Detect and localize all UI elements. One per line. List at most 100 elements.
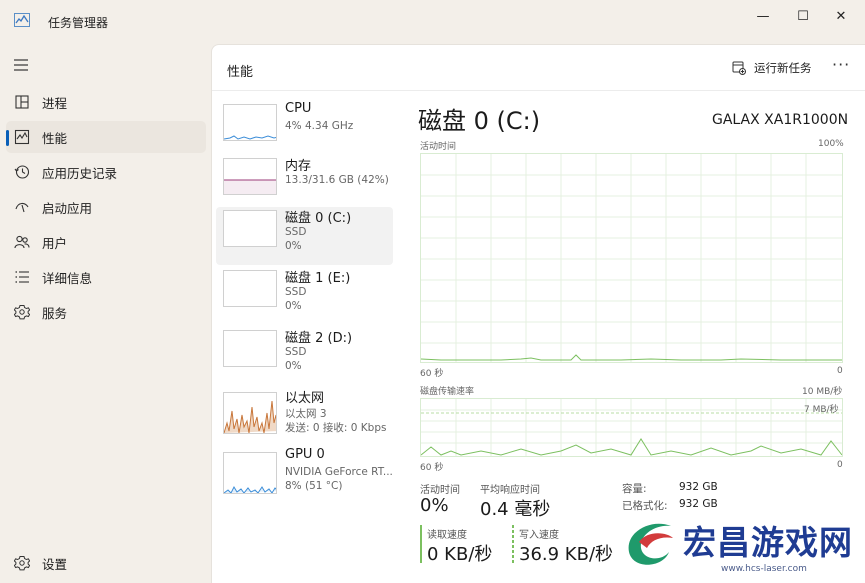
write-speed-value: 36.9 KB/秒 xyxy=(519,544,614,565)
device-name: 磁盘 1 (E:) xyxy=(285,271,351,286)
sidebar-item-label: 启动应用 xyxy=(42,200,93,216)
sidebar-item-label: 用户 xyxy=(42,235,68,251)
processes-icon xyxy=(15,95,29,109)
page-title: 性能 xyxy=(227,65,254,80)
sidebar-item-label: 详细信息 xyxy=(42,270,93,286)
sidebar-item-label: 性能 xyxy=(42,130,68,146)
window-title: 任务管理器 xyxy=(48,16,109,30)
startup-icon xyxy=(15,202,29,213)
app-history-icon xyxy=(14,165,30,179)
write-speed-indicator xyxy=(512,525,514,563)
site-watermark: 宏昌游戏网 www.hcs-laser.com xyxy=(615,510,865,583)
page-header: 性能 运行新任务 ··· xyxy=(212,45,865,91)
device-name: 磁盘 2 (D:) xyxy=(285,331,353,346)
device-throughput: 发送: 0 接收: 0 Kbps xyxy=(285,422,387,434)
device-disk-0[interactable]: 磁盘 0 (C:) SSD 0% xyxy=(216,207,393,265)
device-type: SSD xyxy=(285,346,307,358)
disk-title: 磁盘 0 (C:) xyxy=(418,107,541,135)
watermark-text: 宏昌游戏网 xyxy=(683,523,853,562)
graph1-time-label: 60 秒 xyxy=(420,369,444,379)
device-detail: 13.3/31.6 GB (42%) xyxy=(285,174,389,186)
device-type: SSD xyxy=(285,286,307,298)
device-detail: 4% 4.34 GHz xyxy=(285,120,354,132)
read-speed-value: 0 KB/秒 xyxy=(427,544,493,565)
disk-0-thumbnail-graph xyxy=(223,210,277,247)
main-panel: 性能 运行新任务 ··· CPU 4% 4.34 GHz 内存 13.3/31.… xyxy=(211,44,865,583)
sidebar-item-settings[interactable]: 设置 xyxy=(6,548,196,578)
device-detail: 以太网 3 xyxy=(285,408,327,420)
graph1-label: 活动时间 xyxy=(420,142,457,152)
active-time-graph xyxy=(420,153,843,363)
close-button[interactable]: ✕ xyxy=(818,0,864,32)
write-speed-label: 写入速度 xyxy=(519,530,559,541)
watermark-logo-icon xyxy=(625,523,673,568)
sidebar: 进程 性能 应用历史记录 启动应用 用户 详细信息 服务 设置 xyxy=(0,44,211,583)
device-name: 磁盘 0 (C:) xyxy=(285,211,352,226)
services-icon xyxy=(14,305,30,320)
disk-2-thumbnail-graph xyxy=(223,330,277,367)
active-time-label: 活动时间 xyxy=(420,485,460,496)
graph2-time-label: 60 秒 xyxy=(420,463,444,473)
formatted-value: 932 GB xyxy=(679,498,718,510)
sidebar-item-details[interactable]: 详细信息 xyxy=(6,261,206,293)
device-type: SSD xyxy=(285,226,307,238)
sidebar-item-label: 进程 xyxy=(42,95,68,111)
ethernet-thumbnail-graph xyxy=(223,392,277,434)
run-new-task-label: 运行新任务 xyxy=(754,61,812,75)
device-usage: 0% xyxy=(285,300,302,312)
graph2-max-label: 10 MB/秒 xyxy=(802,387,843,397)
details-icon xyxy=(15,271,29,283)
hamburger-menu-icon[interactable] xyxy=(13,58,29,72)
read-speed-indicator xyxy=(420,525,422,563)
read-speed-label: 读取速度 xyxy=(427,530,467,541)
device-usage: 8% (51 °C) xyxy=(285,480,343,492)
memory-thumbnail-graph xyxy=(223,158,277,195)
device-memory[interactable]: 内存 13.3/31.6 GB (42%) xyxy=(216,155,393,213)
device-disk-1[interactable]: 磁盘 1 (E:) SSD 0% xyxy=(216,267,393,325)
performance-icon xyxy=(14,129,30,145)
device-detail: NVIDIA GeForce RT... xyxy=(285,466,393,478)
sidebar-item-label: 应用历史记录 xyxy=(42,165,118,181)
device-name: GPU 0 xyxy=(285,447,325,462)
gpu-thumbnail-graph xyxy=(223,452,277,494)
device-name: CPU xyxy=(285,101,312,116)
active-indicator xyxy=(6,130,9,146)
task-manager-app-icon xyxy=(14,13,30,27)
avg-response-label: 平均响应时间 xyxy=(480,485,540,496)
transfer-rate-graph xyxy=(420,398,843,457)
gear-icon xyxy=(14,556,30,571)
title-bar: 任务管理器 — ☐ ✕ xyxy=(0,0,865,44)
run-new-task-button[interactable]: 运行新任务 xyxy=(732,58,812,78)
capacity-label: 容量: xyxy=(622,483,647,495)
graph2-label: 磁盘传输速率 xyxy=(420,387,475,397)
device-usage: 0% xyxy=(285,240,302,252)
device-name: 以太网 xyxy=(285,391,325,406)
disk-model: GALAX XA1R1000N xyxy=(712,112,849,128)
graph2-min-label: 0 xyxy=(837,460,843,470)
device-name: 内存 xyxy=(285,159,312,174)
graph2-sub-max-label: 7 MB/秒 xyxy=(804,405,839,415)
avg-response-value: 0.4 毫秒 xyxy=(480,499,551,520)
watermark-url: www.hcs-laser.com xyxy=(721,564,807,574)
sidebar-item-label: 服务 xyxy=(42,305,68,321)
capacity-value: 932 GB xyxy=(679,481,718,493)
device-gpu-0[interactable]: GPU 0 NVIDIA GeForce RT... 8% (51 °C) xyxy=(216,447,393,505)
device-ethernet[interactable]: 以太网 以太网 3 发送: 0 接收: 0 Kbps xyxy=(216,387,393,445)
settings-label: 设置 xyxy=(42,556,68,572)
graph1-min-label: 0 xyxy=(837,366,843,376)
sidebar-item-app-history[interactable]: 应用历史记录 xyxy=(6,156,206,188)
sidebar-item-services[interactable]: 服务 xyxy=(6,296,206,328)
device-cpu[interactable]: CPU 4% 4.34 GHz xyxy=(216,101,393,159)
active-time-value: 0% xyxy=(420,495,449,516)
device-disk-2[interactable]: 磁盘 2 (D:) SSD 0% xyxy=(216,327,393,385)
more-options-button[interactable]: ··· xyxy=(832,55,850,74)
disk-1-thumbnail-graph xyxy=(223,270,277,307)
sidebar-item-startup[interactable]: 启动应用 xyxy=(6,191,206,223)
sidebar-item-performance[interactable]: 性能 xyxy=(6,121,206,153)
run-new-task-icon xyxy=(732,61,746,75)
device-usage: 0% xyxy=(285,360,302,372)
users-icon xyxy=(14,235,30,249)
sidebar-item-users[interactable]: 用户 xyxy=(6,226,206,258)
sidebar-item-processes[interactable]: 进程 xyxy=(6,86,206,118)
graph1-max-label: 100% xyxy=(818,139,844,149)
